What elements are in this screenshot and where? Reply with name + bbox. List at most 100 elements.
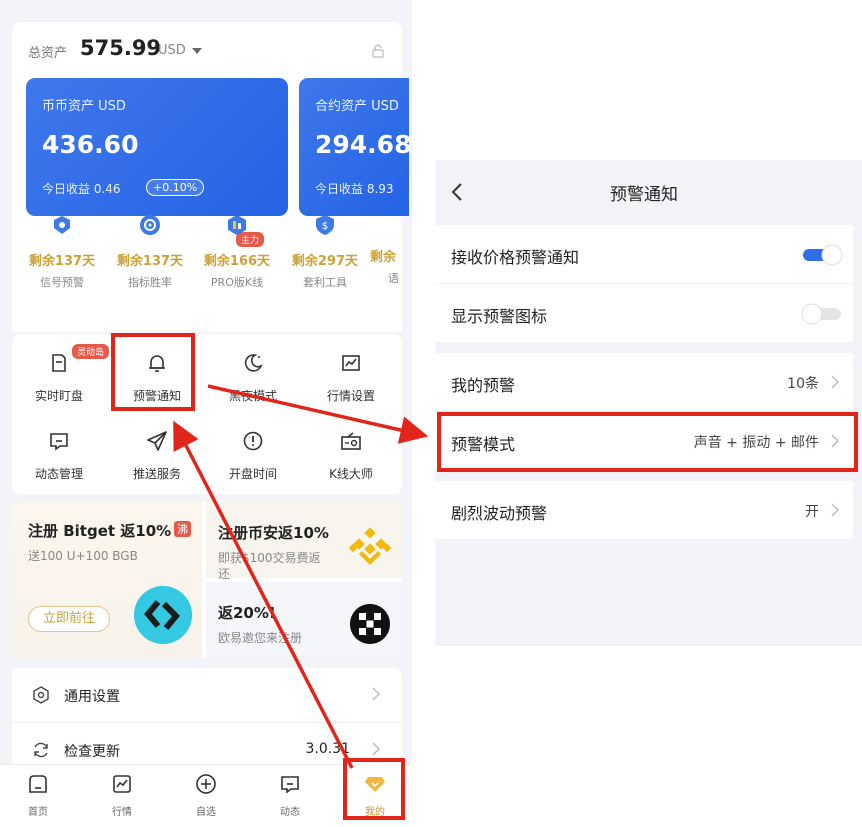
okx-promo-subtitle: 欧易邀您来注册	[218, 631, 303, 645]
tool-name: PRO版K线	[210, 276, 264, 289]
menu-label: 预警通知	[132, 389, 181, 403]
refresh-icon	[34, 742, 48, 758]
tab-label: 我的	[365, 807, 385, 818]
send-icon	[147, 431, 167, 451]
row-my-alerts[interactable]: 我的预警 10条	[435, 353, 853, 411]
tool-days: 剩余	[370, 250, 397, 265]
okx-promo-title: 返20%!	[218, 604, 276, 622]
chart-icon	[113, 775, 131, 793]
tool-days: 剩余137天	[116, 254, 184, 269]
tab-label: 首页	[28, 807, 48, 818]
spot-assets-value: 436.60	[42, 130, 139, 159]
menu-kline-master[interactable]: K线大师	[306, 430, 396, 482]
tab-watchlist[interactable]: 自选	[176, 773, 236, 818]
message-icon	[281, 776, 299, 794]
currency-selector[interactable]: USD	[158, 43, 186, 58]
bitget-promo[interactable]: 注册 Bitget 返10% 沸 送100 U+100 BGB 立即前往	[12, 502, 202, 658]
chart-badge-icon	[228, 215, 246, 235]
tool-name: 套利工具	[303, 276, 347, 289]
go-now-button[interactable]: 立即前往	[28, 606, 110, 632]
settings-label: 检查更新	[64, 744, 120, 760]
target-icon	[140, 215, 160, 235]
menu-label: 行情设置	[326, 389, 375, 403]
toggle-switch-on[interactable]	[799, 243, 845, 267]
spot-earnings-badge: +0.10%	[146, 179, 205, 196]
page-title: 预警通知	[610, 185, 678, 205]
tool-signal-alert[interactable]: 剩余137天 信号预警	[20, 214, 104, 290]
function-menu: 灵动岛 实时盯盘 预警通知 黑夜模式 行情设置 动态管理 推送服务 开盘时间 K…	[12, 334, 402, 494]
row-value: 声音 + 振动 + 邮件	[693, 435, 819, 451]
version-number: 3.0.31	[305, 741, 350, 757]
home-icon	[29, 775, 47, 793]
menu-feed-management[interactable]: 动态管理	[14, 430, 104, 482]
tab-label: 行情	[112, 807, 132, 818]
tool-indicator-winrate[interactable]: 剩余137天 指标胜率	[108, 214, 192, 290]
lock-icon[interactable]	[372, 44, 384, 58]
binance-logo-icon	[348, 527, 392, 565]
binance-promo-subtitle: 即获$100交易费返还	[218, 551, 321, 581]
message-icon	[50, 433, 68, 451]
clock-icon	[243, 431, 263, 451]
contract-assets-value: 294.68	[315, 130, 409, 159]
tool-name: 语	[388, 272, 399, 285]
bitget-promo-subtitle: 送100 U+100 BGB	[28, 549, 138, 563]
hot-tag: 沸	[174, 521, 191, 537]
menu-push-service[interactable]: 推送服务	[112, 430, 202, 482]
tool-days: 剩余166天	[203, 254, 271, 269]
menu-market-settings[interactable]: 行情设置	[306, 352, 396, 404]
contract-assets-label: 合约资产 USD	[315, 99, 399, 114]
settings-general[interactable]: 通用设置	[12, 668, 402, 722]
tool-name: 指标胜率	[128, 276, 172, 289]
dollar-shield-icon: $	[316, 215, 334, 235]
tab-market[interactable]: 行情	[92, 773, 152, 818]
contract-assets-card[interactable]: 合约资产 USD 294.68 今日收益 8.93	[299, 78, 409, 216]
spot-assets-card[interactable]: 币币资产 USD 436.60 今日收益 0.46 +0.10%	[26, 78, 288, 216]
tool-pro-kline[interactable]: 剩余166天 PRO版K线	[195, 214, 279, 290]
okx-logo-icon	[350, 604, 390, 644]
row-show-alert-icon[interactable]: 显示预警图标	[435, 284, 853, 342]
tab-mine[interactable]: 我的	[345, 773, 405, 818]
chevron-right-icon	[372, 742, 380, 756]
menu-label: K线大师	[329, 467, 373, 481]
partial-icon	[370, 214, 392, 236]
alert-notification-screen: 预警通知 接收价格预警通知 显示预警图标 我的预警 10条 预警模式 声音 + …	[435, 0, 862, 827]
tool-days: 剩余297天	[291, 254, 359, 269]
tab-feed[interactable]: 动态	[260, 773, 320, 818]
signal-icon	[54, 216, 70, 234]
toggle-switch-off[interactable]	[799, 302, 845, 326]
chart-icon	[342, 355, 360, 371]
menu-alert-notification[interactable]: 预警通知	[112, 352, 202, 404]
diamond-icon	[365, 777, 385, 792]
bottom-tab-bar: 首页 行情 自选 动态 我的	[0, 764, 412, 827]
row-alert-mode[interactable]: 预警模式 声音 + 振动 + 邮件	[435, 412, 853, 470]
tab-label: 自选	[196, 807, 216, 818]
total-assets-value: 575.99	[80, 36, 162, 60]
row-label: 剧烈波动预警	[451, 504, 548, 523]
total-assets-label: 总资产	[28, 46, 68, 61]
row-value: 开	[805, 504, 819, 520]
hexagon-gear-icon	[33, 686, 49, 704]
menu-label: 推送服务	[132, 467, 181, 481]
settings-list: 通用设置 检查更新 3.0.31	[12, 668, 402, 778]
tab-home[interactable]: 首页	[8, 773, 68, 818]
bell-icon	[149, 355, 165, 372]
menu-label: 实时盯盘	[34, 389, 83, 403]
row-label: 预警模式	[451, 435, 516, 454]
row-label: 我的预警	[451, 376, 516, 395]
row-volatility-alert[interactable]: 剧烈波动预警 开	[435, 481, 853, 539]
chevron-right-icon	[831, 434, 839, 448]
monitor-icon	[52, 354, 66, 372]
menu-realtime-monitor[interactable]: 实时盯盘	[14, 352, 104, 404]
radio-icon	[341, 432, 361, 450]
row-receive-price-alert[interactable]: 接收价格预警通知	[435, 225, 853, 283]
tool-name: 信号预警	[40, 276, 84, 289]
menu-dark-mode[interactable]: 黑夜模式	[208, 352, 298, 404]
menu-opening-hours[interactable]: 开盘时间	[208, 430, 298, 482]
caret-down-icon[interactable]	[192, 48, 202, 54]
profile-screen: 总资产 575.99 USD 币币资产 USD 436.60 今日收益 0.46…	[0, 0, 412, 827]
tool-arbitrage[interactable]: $ 剩余297天 套利工具	[283, 214, 367, 290]
tool-partial[interactable]: 剩余 语	[370, 214, 410, 286]
chevron-right-icon	[831, 503, 839, 517]
spot-assets-label: 币币资产 USD	[42, 99, 126, 114]
row-label: 接收价格预警通知	[451, 248, 580, 267]
